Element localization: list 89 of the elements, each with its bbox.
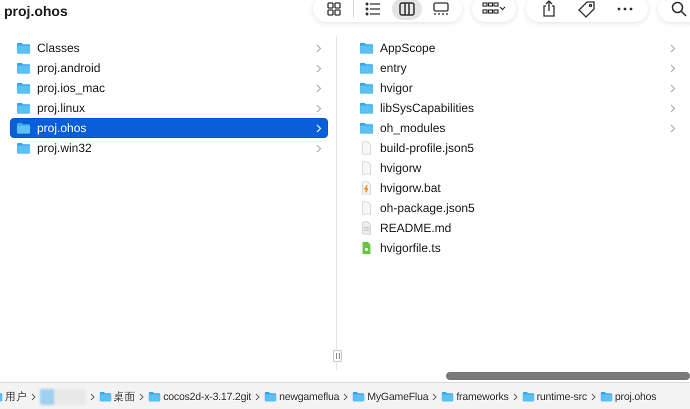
file-row[interactable]: README.md	[353, 218, 682, 238]
file-row[interactable]: hvigorw	[353, 158, 682, 178]
path-item[interactable]: frameworks	[456, 390, 509, 402]
blurred-item	[40, 388, 86, 404]
file-name: hvigorfile.ts	[380, 241, 442, 255]
path-item[interactable]: runtime-src	[536, 390, 587, 402]
file-name: Classes	[37, 41, 81, 55]
folder-icon	[359, 41, 374, 55]
file-row[interactable]: hvigorfile.ts	[353, 238, 682, 258]
folder-icon	[359, 61, 374, 75]
folder-icon	[16, 61, 31, 75]
file-row[interactable]: hvigorw.bat	[353, 178, 682, 198]
folder-icon	[359, 81, 374, 95]
chevron-icon	[316, 84, 322, 92]
path-item[interactable]: MyGameFlua	[367, 390, 428, 402]
file-row[interactable]: hvigor	[353, 78, 682, 98]
file-name: hvigorw.bat	[380, 181, 442, 195]
document-icon	[359, 161, 374, 175]
file-row[interactable]: proj.ios_mac	[10, 78, 328, 98]
file-name: hvigorw	[380, 161, 422, 175]
window-title: proj.ohos	[4, 3, 69, 19]
folder-icon	[16, 81, 31, 95]
file-row[interactable]: Classes	[10, 38, 328, 58]
path-item[interactable]: 桌面	[114, 390, 136, 404]
folder-icon	[16, 41, 31, 55]
folder-icon	[98, 391, 112, 402]
file-row[interactable]: proj.android	[10, 58, 328, 78]
folder-icon	[16, 141, 31, 155]
chevron-icon	[670, 84, 676, 92]
file-name: entry	[380, 61, 408, 75]
folder-icon	[352, 391, 366, 402]
separator-icon	[255, 392, 260, 400]
chevron-icon	[316, 64, 322, 72]
folder-icon	[441, 391, 454, 402]
file-row[interactable]: AppScope	[353, 38, 682, 58]
separator-icon	[432, 392, 438, 400]
separator-icon	[343, 392, 348, 400]
path-item[interactable]: cocos2d-x-3.17.2git	[163, 390, 252, 402]
chevron-icon	[670, 64, 676, 72]
separator-icon	[512, 392, 518, 400]
column-resize-handle[interactable]	[333, 350, 342, 362]
chevron-icon	[316, 44, 322, 52]
file-row[interactable]: proj.win32	[10, 138, 328, 158]
file-row[interactable]: entry	[353, 58, 682, 78]
file-name: oh-package.json5	[380, 201, 476, 215]
file-row[interactable]: oh-package.json5	[353, 198, 682, 218]
file-name: proj.ios_mac	[37, 81, 106, 95]
separator-icon	[90, 392, 95, 400]
scrollbar-thumb[interactable]	[446, 372, 690, 380]
chevron-icon	[670, 124, 676, 132]
folder-icon	[16, 121, 31, 135]
document-icon	[359, 141, 374, 155]
file-name: proj.android	[37, 61, 102, 75]
file-name: build-profile.json5	[380, 141, 476, 155]
folder-icon	[264, 391, 278, 402]
folder-icon	[359, 121, 374, 135]
separator-icon	[590, 392, 596, 400]
file-name: hvigor	[380, 81, 414, 95]
file-row[interactable]: proj.ohos	[10, 118, 328, 138]
file-name: libSysCapabilities	[380, 101, 476, 115]
folder-icon	[16, 101, 31, 115]
path-item[interactable]: newgameflua	[279, 390, 340, 402]
path-item[interactable]: 用户	[5, 390, 27, 404]
file-name: oh_modules	[380, 121, 446, 135]
folder-icon	[148, 391, 162, 402]
file-name: proj.linux	[37, 101, 86, 115]
chevron-icon	[316, 104, 322, 112]
file-row[interactable]: proj.linux	[10, 98, 328, 118]
columns-view-icon[interactable]	[392, 0, 422, 20]
path-item[interactable]: proj.ohos	[614, 390, 656, 402]
file-name: proj.win32	[37, 141, 93, 155]
folder-icon	[522, 391, 535, 402]
file-row[interactable]: build-profile.json5	[353, 138, 682, 158]
text-file-icon	[359, 221, 374, 235]
file-name: proj.ohos	[37, 121, 88, 135]
file-row[interactable]: oh_modules	[353, 118, 682, 138]
file-name: AppScope	[380, 41, 436, 55]
chevron-icon	[316, 124, 322, 132]
separator-icon	[139, 392, 144, 400]
chevron-icon	[670, 44, 676, 52]
folder-icon	[600, 391, 613, 402]
chevron-icon	[316, 144, 322, 152]
document-icon	[359, 201, 374, 215]
file-name: README.md	[380, 221, 452, 235]
folder-icon	[359, 101, 374, 115]
script-file-icon	[359, 181, 374, 195]
chevron-icon	[670, 104, 676, 112]
separator-icon	[30, 392, 36, 400]
file-row[interactable]: libSysCapabilities	[353, 98, 682, 118]
